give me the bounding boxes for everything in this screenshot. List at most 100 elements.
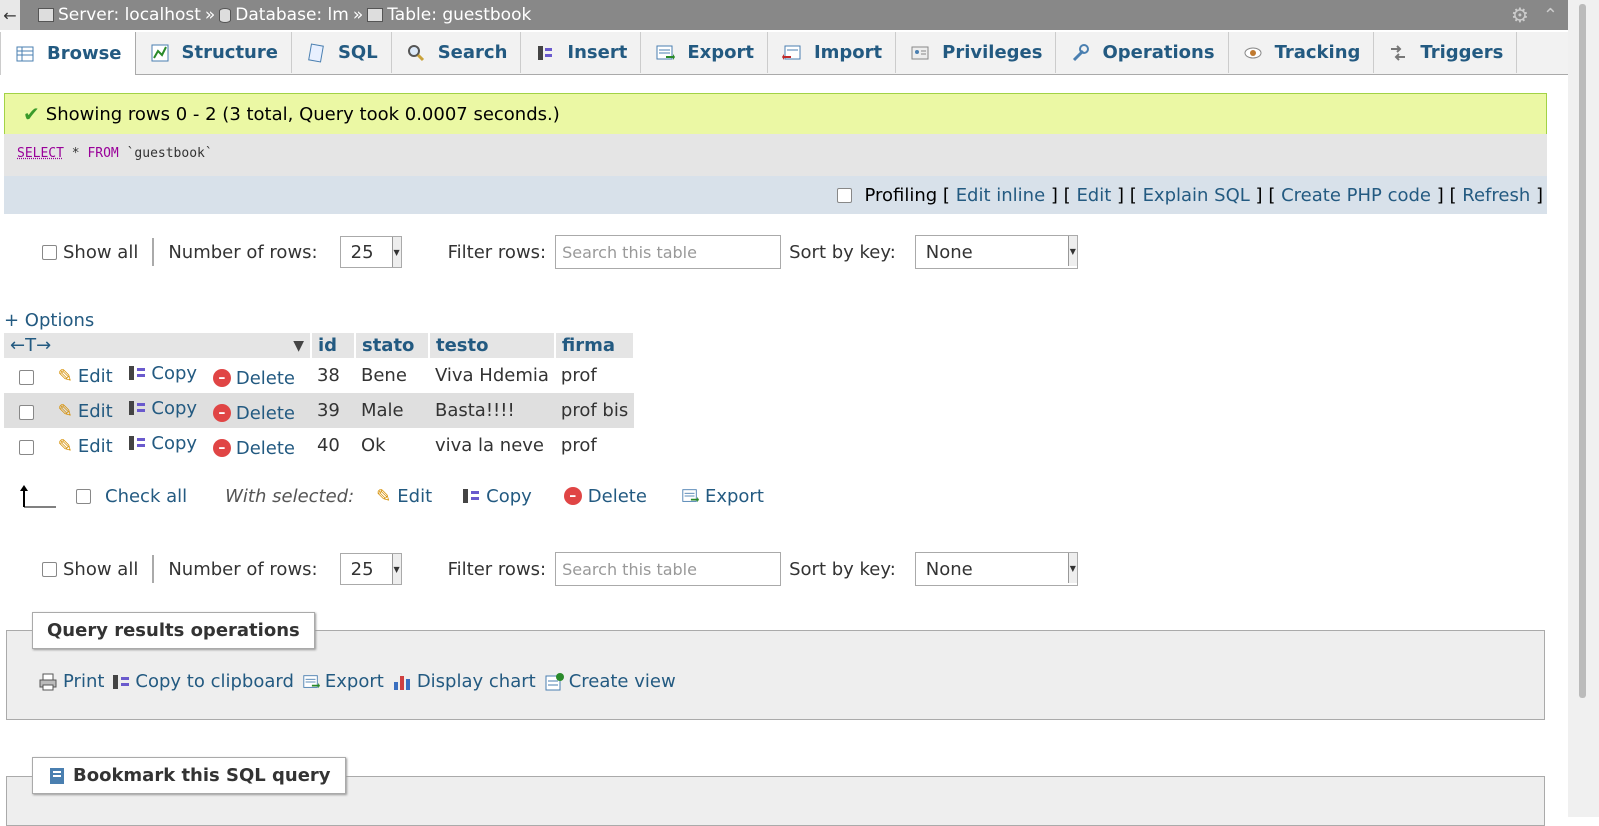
column-header-testo[interactable]: testo bbox=[428, 333, 556, 358]
explain-sql-link[interactable]: Explain SQL bbox=[1143, 185, 1250, 206]
tab-structure-label[interactable]: Structure bbox=[182, 42, 278, 63]
bookmark-title-label[interactable]: Bookmark this SQL query bbox=[73, 765, 331, 786]
column-sort-arrow-icon[interactable]: ▼ bbox=[293, 338, 304, 354]
number-of-rows-select[interactable]: 25 ▼ bbox=[339, 553, 402, 585]
sort-by-key-select[interactable]: None ▼ bbox=[914, 552, 1078, 586]
show-all-label[interactable]: Show all bbox=[63, 242, 138, 263]
row-delete-label[interactable]: Delete bbox=[236, 438, 295, 459]
options-toggle[interactable]: + Options bbox=[4, 310, 94, 331]
row-checkbox[interactable] bbox=[19, 439, 34, 455]
back-arrow-icon[interactable]: ← bbox=[0, 0, 20, 30]
edit-inline-link[interactable]: Edit inline bbox=[956, 185, 1045, 206]
bulk-copy-button[interactable]: Copy bbox=[462, 486, 532, 507]
bulk-export-button[interactable]: Export bbox=[681, 486, 764, 507]
breadcrumb-table[interactable]: Table: guestbook bbox=[367, 5, 531, 25]
cell-id[interactable]: 39 bbox=[310, 393, 355, 428]
print-label[interactable]: Print bbox=[63, 671, 104, 692]
row-edit-label[interactable]: Edit bbox=[78, 436, 113, 457]
tab-structure[interactable]: Structure bbox=[136, 32, 292, 73]
bulk-delete-button[interactable]: – Delete bbox=[563, 486, 647, 507]
show-all-label[interactable]: Show all bbox=[63, 559, 138, 580]
bulk-export-label[interactable]: Export bbox=[705, 486, 764, 507]
breadcrumb-database-label[interactable]: Database: lm bbox=[235, 5, 349, 25]
row-copy-button[interactable]: Copy bbox=[128, 398, 197, 419]
check-all-checkbox[interactable] bbox=[76, 488, 91, 504]
profiling-checkbox[interactable] bbox=[837, 187, 853, 203]
column-header-firma[interactable]: firma bbox=[554, 333, 636, 358]
tab-export[interactable]: Export bbox=[641, 32, 768, 73]
row-copy-label[interactable]: Copy bbox=[151, 433, 197, 454]
breadcrumb-table-label[interactable]: Table: guestbook bbox=[387, 5, 531, 25]
row-delete-label[interactable]: Delete bbox=[236, 403, 295, 424]
tab-sql[interactable]: SQL bbox=[292, 32, 392, 73]
gear-icon[interactable]: ⚙ bbox=[1511, 3, 1529, 27]
sort-by-key-select[interactable]: None ▼ bbox=[914, 235, 1078, 269]
show-all-checkbox[interactable] bbox=[42, 561, 57, 577]
row-delete-button[interactable]: – Delete bbox=[212, 403, 295, 424]
row-copy-button[interactable]: Copy bbox=[128, 363, 197, 384]
create-view-label[interactable]: Create view bbox=[569, 671, 676, 692]
tab-operations-label[interactable]: Operations bbox=[1102, 42, 1214, 63]
row-checkbox[interactable] bbox=[19, 404, 34, 420]
row-delete-button[interactable]: – Delete bbox=[212, 368, 295, 389]
tab-search-label[interactable]: Search bbox=[438, 42, 508, 63]
tab-triggers[interactable]: Triggers bbox=[1374, 32, 1518, 73]
export-results-label[interactable]: Export bbox=[325, 671, 384, 692]
create-view-button[interactable]: Create view bbox=[544, 671, 676, 692]
show-all-checkbox[interactable] bbox=[42, 244, 57, 260]
tab-tracking-label[interactable]: Tracking bbox=[1275, 42, 1361, 63]
column-header-stato[interactable]: stato bbox=[354, 333, 430, 358]
row-copy-label[interactable]: Copy bbox=[151, 398, 197, 419]
cell-firma[interactable]: prof bis bbox=[554, 393, 635, 428]
display-chart-label[interactable]: Display chart bbox=[417, 671, 536, 692]
row-edit-button[interactable]: ✎ Edit bbox=[58, 401, 113, 422]
cell-testo[interactable]: Basta!!!! bbox=[428, 393, 555, 428]
refresh-link[interactable]: Refresh bbox=[1462, 185, 1530, 206]
export-results-button[interactable]: Export bbox=[302, 671, 384, 692]
cell-firma[interactable]: prof bbox=[555, 428, 634, 463]
column-resize-icon[interactable]: ←T→ bbox=[10, 335, 51, 356]
row-copy-label[interactable]: Copy bbox=[151, 363, 197, 384]
check-all-label[interactable]: Check all bbox=[105, 486, 187, 507]
row-edit-label[interactable]: Edit bbox=[78, 366, 113, 387]
cell-testo[interactable]: Viva Hdemia bbox=[429, 358, 555, 393]
copy-to-clipboard-button[interactable]: Copy to clipboard bbox=[112, 671, 294, 692]
column-resize-header[interactable]: ←T→ ▼ bbox=[4, 333, 312, 358]
tab-insert-label[interactable]: Insert bbox=[567, 42, 627, 63]
row-delete-label[interactable]: Delete bbox=[236, 368, 295, 389]
tab-tracking[interactable]: Tracking bbox=[1229, 32, 1375, 73]
number-of-rows-select[interactable]: 25 ▼ bbox=[339, 236, 402, 268]
cell-id[interactable]: 40 bbox=[311, 428, 355, 463]
tab-browse[interactable]: Browse bbox=[0, 32, 136, 75]
row-copy-button[interactable]: Copy bbox=[128, 433, 197, 454]
cell-stato[interactable]: Bene bbox=[355, 358, 429, 393]
cell-stato[interactable]: Male bbox=[354, 393, 429, 428]
tab-insert[interactable]: Insert bbox=[521, 32, 642, 73]
row-delete-button[interactable]: – Delete bbox=[212, 438, 295, 459]
bulk-edit-button[interactable]: ✎ Edit bbox=[376, 486, 432, 507]
row-checkbox[interactable] bbox=[19, 369, 34, 385]
collapse-icon[interactable]: ⌃ bbox=[1543, 5, 1558, 26]
sql-select-keyword[interactable]: SELECT bbox=[17, 146, 64, 161]
tab-operations[interactable]: Operations bbox=[1056, 32, 1229, 73]
edit-query-link[interactable]: Edit bbox=[1076, 185, 1111, 206]
tab-privileges-label[interactable]: Privileges bbox=[942, 42, 1042, 63]
bulk-edit-label[interactable]: Edit bbox=[397, 486, 432, 507]
tab-sql-label[interactable]: SQL bbox=[338, 42, 378, 63]
cell-id[interactable]: 38 bbox=[311, 358, 355, 393]
bulk-delete-label[interactable]: Delete bbox=[588, 486, 647, 507]
tab-import[interactable]: Import bbox=[768, 32, 897, 73]
cell-testo[interactable]: viva la neve bbox=[429, 428, 555, 463]
scrollbar[interactable] bbox=[1568, 0, 1599, 817]
cell-stato[interactable]: Ok bbox=[355, 428, 429, 463]
column-header-id[interactable]: id bbox=[310, 333, 356, 358]
breadcrumb-server[interactable]: Server: localhost bbox=[38, 5, 201, 25]
display-chart-button[interactable]: Display chart bbox=[392, 671, 536, 692]
tab-triggers-label[interactable]: Triggers bbox=[1420, 42, 1503, 63]
row-edit-label[interactable]: Edit bbox=[78, 401, 113, 422]
print-button[interactable]: Print bbox=[38, 671, 104, 692]
tab-import-label[interactable]: Import bbox=[814, 42, 882, 63]
row-edit-button[interactable]: ✎ Edit bbox=[58, 436, 113, 457]
bookmark-title[interactable]: Bookmark this SQL query bbox=[32, 757, 346, 794]
breadcrumb-server-label[interactable]: Server: localhost bbox=[58, 5, 201, 25]
